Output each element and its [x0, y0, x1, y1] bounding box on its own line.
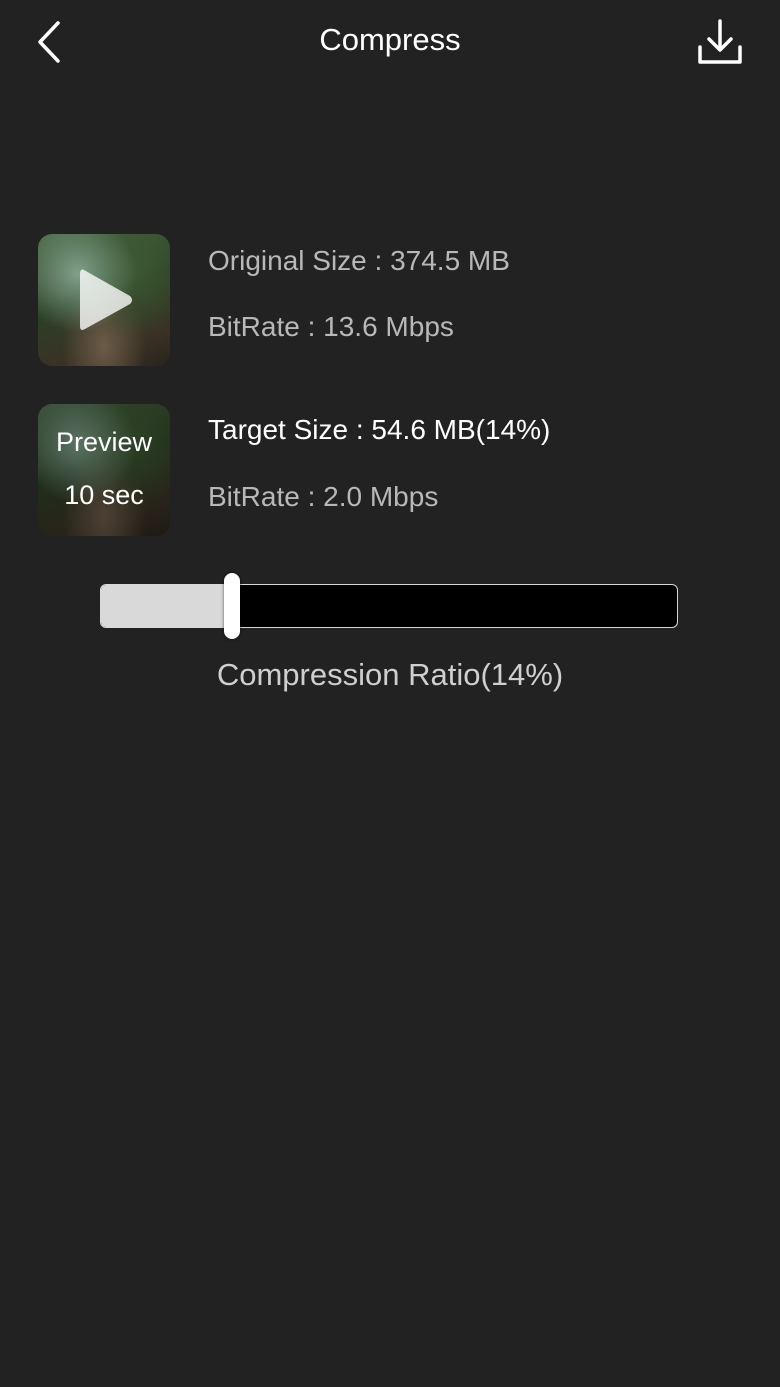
download-button[interactable] [692, 14, 748, 70]
compression-ratio-label: Compression Ratio(14%) [216, 657, 564, 692]
target-size-text: Target Size : 54.6 MB(14%) [208, 414, 551, 445]
preview-label: Preview [55, 427, 153, 457]
preview-duration: 10 sec [64, 480, 144, 510]
page-title: Compress [319, 22, 461, 57]
preview-overlay [38, 404, 170, 536]
original-bitrate-text: BitRate : 13.6 Mbps [208, 311, 454, 342]
preview-thumbnail[interactable]: Preview 10 sec [38, 404, 170, 536]
top-bar: Compress [0, 0, 780, 84]
compression-slider-track[interactable] [100, 584, 678, 628]
download-icon [698, 19, 742, 64]
play-icon [80, 269, 132, 330]
compression-slider-fill [101, 585, 228, 627]
compression-slider-handle[interactable] [224, 573, 240, 639]
original-size-text: Original Size : 374.5 MB [208, 245, 510, 276]
target-bitrate-text: BitRate : 2.0 Mbps [208, 481, 439, 512]
original-video-thumbnail[interactable] [38, 234, 170, 366]
